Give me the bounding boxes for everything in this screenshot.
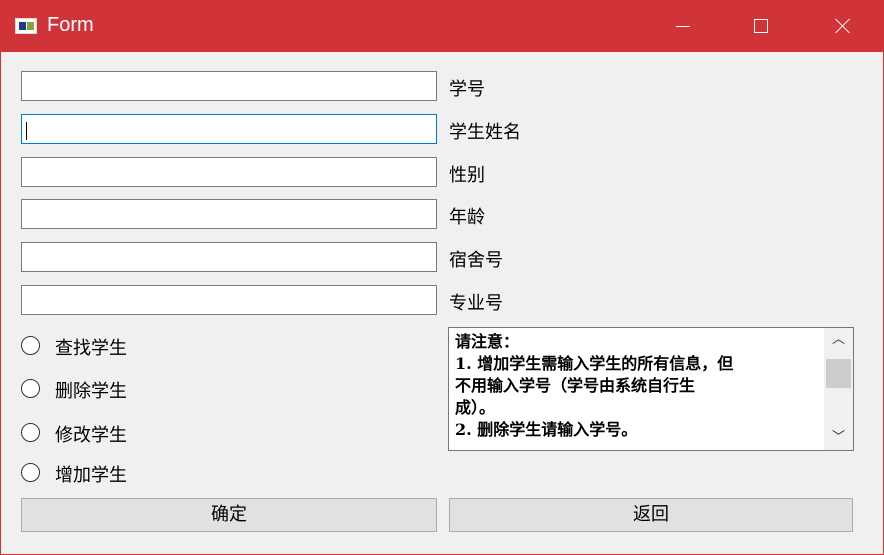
form-window: Form 学号 学生姓名 性别 年龄 宿舍号 专业号 查找学生 删除学生 修改学… <box>0 0 884 555</box>
dorm-number-input[interactable] <box>21 242 437 272</box>
notes-scrollbar[interactable]: ︿ ﹀ <box>824 328 853 450</box>
radio-label: 增加学生 <box>55 465 127 486</box>
gender-label: 性别 <box>449 165 485 186</box>
maximize-icon[interactable] <box>739 1 785 52</box>
student-name-input[interactable] <box>21 114 437 144</box>
minimize-icon[interactable] <box>659 1 705 52</box>
chevron-down-icon[interactable]: ﹀ <box>824 426 853 450</box>
radio-button[interactable] <box>21 463 40 482</box>
text-caret <box>26 122 27 140</box>
student-name-label: 学生姓名 <box>449 122 521 143</box>
title-bar[interactable]: Form <box>1 1 883 52</box>
student-id-input[interactable] <box>21 71 437 101</box>
notes-text: 请注意： 1. 增加学生需输入学生的所有信息，但 不用输入学号（学号由系统自行生… <box>455 332 734 439</box>
major-number-label: 专业号 <box>449 293 503 314</box>
radio-label: 修改学生 <box>55 425 127 446</box>
age-label: 年龄 <box>449 207 485 228</box>
close-icon[interactable] <box>819 1 865 52</box>
age-input[interactable] <box>21 199 437 229</box>
radio-label: 删除学生 <box>55 381 127 402</box>
window-title: Form <box>47 14 94 36</box>
app-form-icon <box>15 18 37 34</box>
scroll-thumb[interactable] <box>826 359 851 388</box>
chevron-up-icon[interactable]: ︿ <box>824 328 853 352</box>
gender-input[interactable] <box>21 157 437 187</box>
radio-label: 查找学生 <box>55 338 127 359</box>
student-id-label: 学号 <box>449 79 485 100</box>
radio-button[interactable] <box>21 423 40 442</box>
notes-text-area[interactable]: 请注意： 1. 增加学生需输入学生的所有信息，但 不用输入学号（学号由系统自行生… <box>448 327 854 451</box>
back-button[interactable]: 返回 <box>449 498 853 532</box>
major-number-input[interactable] <box>21 285 437 315</box>
radio-button[interactable] <box>21 379 40 398</box>
confirm-button[interactable]: 确定 <box>21 498 437 532</box>
radio-button[interactable] <box>21 336 40 355</box>
dorm-number-label: 宿舍号 <box>449 250 503 271</box>
